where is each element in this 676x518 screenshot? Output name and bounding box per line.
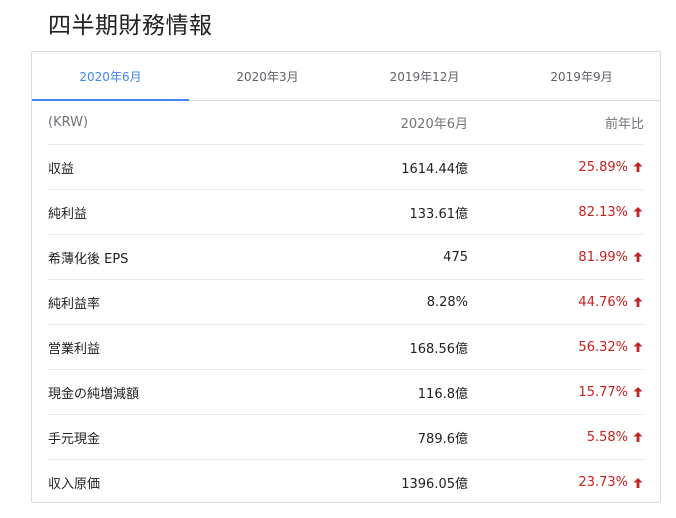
arrow-up-icon <box>633 252 643 262</box>
row-value: 168.56億 <box>409 341 469 357</box>
row-change: 44.76% <box>468 295 644 310</box>
row-value: 8.28% <box>426 294 468 310</box>
table-row: 希薄化後 EPS 475 81.99% <box>48 235 644 280</box>
row-change: 25.89% <box>468 160 644 175</box>
row-value: 789.6億 <box>417 431 468 447</box>
period-tabs: 2020年6月 2020年3月 2019年12月 2019年9月 <box>32 52 660 101</box>
row-change-value: 44.76% <box>578 294 628 310</box>
row-change: 82.13% <box>468 205 644 220</box>
row-change: 23.73% <box>468 475 644 490</box>
row-value: 116.8億 <box>417 386 468 402</box>
row-label: 手元現金 <box>48 431 101 447</box>
period-header: 2020年6月 <box>400 117 468 132</box>
yoy-header-label: 前年比 <box>604 117 644 132</box>
row-value: 1614.44億 <box>401 161 468 177</box>
row-label: 収入原価 <box>48 477 101 492</box>
table-row: 収入原価 1396.05億 23.73% <box>48 460 644 505</box>
row-value: 475 <box>443 249 468 265</box>
arrow-up-icon <box>633 387 643 397</box>
row-change-value: 81.99% <box>578 249 628 265</box>
currency-header: (KRW) <box>48 115 89 130</box>
row-change: 5.58% <box>468 430 644 445</box>
row-change-value: 82.13% <box>578 204 628 220</box>
row-label: 収益 <box>48 161 75 177</box>
row-label: 純利益 <box>48 206 88 222</box>
row-label: 希薄化後 EPS <box>48 251 129 267</box>
table-row: 現金の純増減額 116.8億 15.77% <box>48 370 644 415</box>
financials-card: 2020年6月 2020年3月 2019年12月 2019年9月 (KRW) 2… <box>31 51 661 503</box>
arrow-up-icon <box>633 162 643 172</box>
table-row: 営業利益 168.56億 56.32% <box>48 325 644 370</box>
table-header-row: (KRW) 2020年6月 前年比 <box>48 101 644 145</box>
row-change-value: 25.89% <box>578 159 628 175</box>
arrow-up-icon <box>633 207 643 217</box>
arrow-up-icon <box>633 342 643 352</box>
row-label: 純利益率 <box>48 296 101 312</box>
financials-table: (KRW) 2020年6月 前年比 収益 1614.44億 25.89% 純利益… <box>48 101 644 505</box>
tab-2020-mar[interactable]: 2020年3月 <box>189 52 346 100</box>
table-row: 手元現金 789.6億 5.58% <box>48 415 644 460</box>
page-title: 四半期財務情報 <box>48 13 213 39</box>
row-label: 現金の純増減額 <box>48 386 140 402</box>
row-change-value: 23.73% <box>578 475 628 490</box>
arrow-up-icon <box>633 477 643 488</box>
tab-2020-jun[interactable]: 2020年6月 <box>32 52 189 101</box>
row-change: 15.77% <box>468 385 644 400</box>
row-label: 営業利益 <box>48 341 101 357</box>
row-change-value: 56.32% <box>578 339 628 355</box>
row-change-value: 5.58% <box>586 429 628 445</box>
arrow-up-icon <box>633 432 643 442</box>
row-change: 56.32% <box>468 340 644 355</box>
arrow-up-icon <box>633 297 643 307</box>
row-value: 1396.05億 <box>401 477 468 492</box>
yoy-header: 前年比 <box>468 113 644 132</box>
row-value: 133.61億 <box>409 206 469 222</box>
tab-2019-sep[interactable]: 2019年9月 <box>503 52 660 100</box>
table-row: 純利益率 8.28% 44.76% <box>48 280 644 325</box>
table-row: 収益 1614.44億 25.89% <box>48 145 644 190</box>
tab-2019-dec[interactable]: 2019年12月 <box>346 52 503 100</box>
row-change-value: 15.77% <box>578 384 628 400</box>
row-change: 81.99% <box>468 250 644 265</box>
table-row: 純利益 133.61億 82.13% <box>48 190 644 235</box>
